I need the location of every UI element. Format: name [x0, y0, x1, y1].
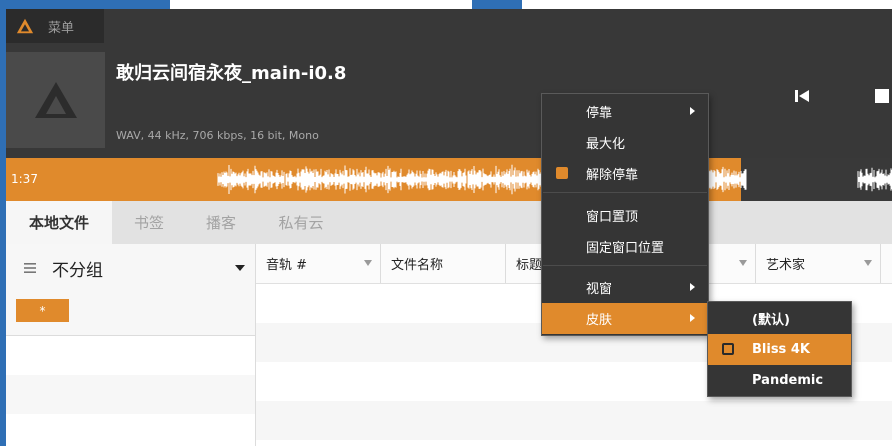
menu-item-label: Bliss 4K [752, 342, 810, 357]
app-logo-icon [16, 18, 34, 34]
menu-item-always-on-top[interactable]: 窗口置顶 [542, 200, 708, 231]
list-item[interactable] [6, 336, 255, 375]
menu-item-label: (默认) [752, 313, 790, 328]
menu-item-dock[interactable]: 停靠 [542, 96, 708, 127]
menu-item-label: 窗口置顶 [586, 210, 639, 225]
table-row[interactable] [256, 401, 892, 440]
list-item[interactable] [6, 375, 255, 414]
app-logo-icon [34, 82, 77, 118]
stop-icon[interactable] [875, 89, 889, 103]
menu-separator [543, 265, 707, 266]
menu-button[interactable]: 菜单 [6, 9, 104, 43]
list-item[interactable] [6, 414, 255, 446]
menu-item-skin-default[interactable]: (默认) [708, 303, 851, 334]
desktop-background [472, 0, 522, 9]
column-file-name[interactable]: 文件名称 [381, 244, 506, 283]
waveform-seekbar[interactable]: 1:37 [6, 158, 892, 201]
chevron-right-icon [690, 314, 695, 322]
waveform [217, 164, 892, 195]
filter-icon[interactable] [864, 260, 872, 266]
menu-item-maximize[interactable]: 最大化 [542, 127, 708, 158]
group-label: 不分组 [52, 260, 103, 281]
menu-item-skin-pandemic[interactable]: Pandemic [708, 365, 851, 396]
menu-item-label: 固定窗口位置 [586, 241, 665, 256]
menu-item-label: 皮肤 [586, 313, 613, 328]
source-tabs: 本地文件 书签 播客 私有云 [6, 201, 892, 244]
album-art[interactable] [6, 52, 105, 148]
previous-track-icon[interactable] [794, 88, 810, 104]
menu-item-undock[interactable]: 解除停靠 [542, 158, 708, 189]
menu-separator [543, 192, 707, 193]
filter-icon[interactable] [364, 260, 372, 266]
track-title: 敢归云间宿永夜_main-i0.8 [116, 63, 347, 84]
menu-item-label: 解除停靠 [586, 168, 639, 183]
filter-icon[interactable] [739, 260, 747, 266]
elapsed-time: 1:37 [11, 172, 38, 186]
menu-label: 菜单 [48, 20, 75, 36]
tab-local-files[interactable]: 本地文件 [6, 201, 112, 244]
skin-submenu: (默认) Bliss 4K Pandemic [707, 301, 852, 397]
desktop-background [0, 0, 170, 9]
menu-item-label: 视窗 [586, 282, 613, 297]
context-menu: 停靠 最大化 解除停靠 窗口置顶 固定窗口位置 视窗 皮肤 [541, 93, 709, 336]
column-label: 艺术家 [766, 258, 806, 273]
player-header: 菜单 敢归云间宿永夜_main-i0.8 WAV, 44 kHz, 706 kb… [6, 9, 892, 158]
background-window-edge [170, 0, 472, 9]
track-format-info: WAV, 44 kHz, 706 kbps, 16 bit, Mono [116, 129, 319, 142]
menu-item-label: 停靠 [586, 106, 613, 121]
chevron-right-icon [690, 107, 695, 115]
column-label: 标题 [516, 258, 543, 273]
tab-bookmarks[interactable]: 书签 [112, 201, 186, 244]
hamburger-icon[interactable] [24, 263, 36, 273]
checkbox-checked-icon [556, 167, 568, 179]
menu-item-lock-position[interactable]: 固定窗口位置 [542, 231, 708, 262]
chevron-right-icon [690, 283, 695, 291]
tab-private-cloud[interactable]: 私有云 [256, 201, 346, 244]
checkbox-checked-icon [722, 343, 734, 355]
column-artist[interactable]: 艺术家 [756, 244, 881, 283]
column-track-number[interactable]: 音轨 # [256, 244, 381, 283]
menu-item-label: Pandemic [752, 373, 824, 388]
column-label: 音轨 # [266, 258, 308, 273]
tab-podcasts[interactable]: 播客 [186, 201, 256, 244]
menu-item-label: 最大化 [586, 137, 626, 152]
menu-item-skin[interactable]: 皮肤 [542, 303, 708, 334]
menu-item-view[interactable]: 视窗 [542, 272, 708, 303]
background-window-edge [522, 0, 892, 9]
column-label: 文件名称 [391, 258, 444, 273]
menu-item-skin-bliss-4k[interactable]: Bliss 4K [708, 334, 851, 365]
chevron-down-icon[interactable] [235, 265, 245, 271]
group-selector[interactable]: 不分组 [6, 244, 255, 292]
grouping-pane: 不分组 * [6, 244, 256, 446]
filter-all-button[interactable]: * [16, 299, 69, 322]
